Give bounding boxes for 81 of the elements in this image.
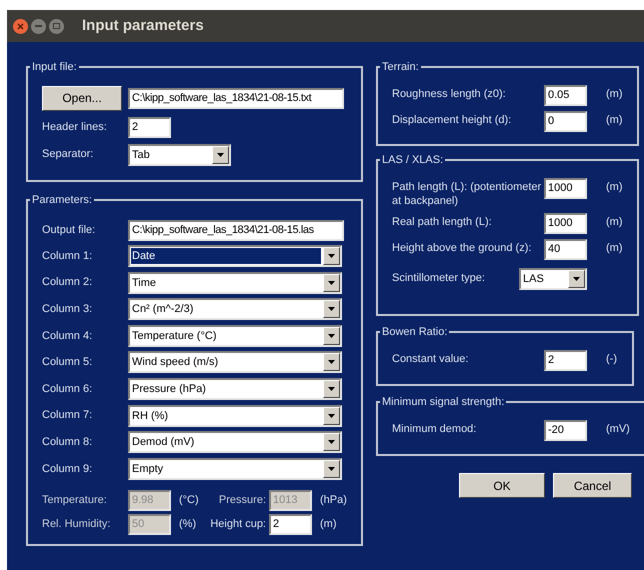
field-label: Path length (L): (potentiometer at backpanel): [392, 180, 542, 208]
caret-icon: [323, 460, 340, 478]
input-field[interactable]: 2: [128, 116, 171, 138]
minimize-icon[interactable]: [31, 18, 46, 34]
dropdown[interactable]: Empty: [128, 458, 342, 480]
dropdown[interactable]: Tab: [128, 144, 231, 166]
maximize-icon[interactable]: [49, 18, 64, 34]
field-label: Displacement height (d):: [392, 112, 512, 126]
dropdown[interactable]: Wind speed (m/s): [128, 351, 342, 374]
unit-label: (m): [606, 86, 622, 102]
field-label: Constant value:: [392, 352, 470, 366]
dropdown[interactable]: Date: [128, 245, 342, 268]
input-field[interactable]: 40: [544, 238, 587, 260]
close-icon[interactable]: [13, 18, 28, 34]
caret-icon: [323, 433, 340, 452]
unit-label: (-): [606, 352, 618, 366]
unit-label: (m): [606, 112, 622, 128]
field-label: Output file:: [42, 222, 96, 238]
caret-icon: [323, 247, 340, 266]
unit-label: (%): [178, 517, 198, 532]
button[interactable]: OK: [459, 473, 545, 498]
caret-icon: [323, 326, 340, 345]
field-label: Column 6:: [42, 382, 94, 397]
caret-icon: [323, 380, 340, 398]
field-label: Roughness length (z0):: [392, 86, 507, 100]
unit-label: (m): [606, 214, 622, 230]
input-field[interactable]: 2: [544, 350, 587, 370]
caret-icon: [212, 146, 229, 164]
window-title: Input parameters: [82, 16, 204, 36]
button[interactable]: Cancel: [553, 473, 632, 498]
field-label: Column 2:: [42, 275, 94, 290]
unit-label: (m): [606, 180, 622, 194]
group-title: Input file:: [31, 60, 78, 75]
field-label: Column 9:: [42, 462, 94, 477]
field-label: Temperature:: [42, 493, 108, 508]
field-label: Scintillometer type:: [392, 271, 486, 286]
field-label: Column 5:: [42, 355, 94, 370]
group-title: LAS / XLAS:: [381, 153, 444, 168]
field-label: Pressure:: [218, 493, 267, 508]
dropdown[interactable]: LAS: [519, 268, 587, 290]
field-label: Height cup:: [210, 517, 267, 532]
field-label: Real path length (L):: [392, 214, 493, 228]
group-title: Terrain:: [381, 60, 420, 75]
field-label: Column 8:: [42, 435, 94, 450]
input-field[interactable]: C:\kipp_software_las_1834\21-08-15.txt: [128, 88, 344, 108]
dropdown[interactable]: Pressure (hPa): [128, 378, 342, 400]
dropdown[interactable]: Time: [128, 272, 342, 294]
dropdown[interactable]: Demod (mV): [128, 431, 342, 454]
caret-icon: [323, 406, 340, 425]
unit-label: (m): [319, 517, 338, 532]
group-title: Parameters:: [31, 193, 93, 208]
caret-icon: [568, 270, 585, 288]
button[interactable]: Open...: [42, 86, 122, 110]
unit-label: (m): [606, 240, 622, 256]
field-label: Column 1:: [42, 248, 94, 264]
dropdown[interactable]: Cn² (m^-2/3): [128, 298, 342, 320]
field-label: Minimum demod:: [392, 422, 478, 436]
dropdown[interactable]: Temperature (°C): [128, 324, 342, 347]
input-field[interactable]: 0: [544, 110, 587, 132]
unit-label: (hPa): [319, 493, 347, 508]
field-label: Separator:: [42, 147, 94, 162]
caret-icon: [323, 353, 340, 372]
unit-label: (°C): [178, 493, 200, 508]
field-label: Header lines:: [42, 120, 108, 135]
caret-icon: [323, 300, 340, 318]
input-field[interactable]: 2: [269, 514, 312, 535]
input-field[interactable]: 0.05: [544, 84, 587, 106]
input-field[interactable]: C:\kipp_software_las_1834\21-08-15.las: [128, 220, 344, 240]
field-label: Height above the ground (z):: [392, 240, 532, 254]
caret-icon: [323, 274, 340, 292]
field-label: Column 3:: [42, 302, 94, 318]
group-title: Minimum signal strength:: [381, 395, 506, 410]
input-field[interactable]: 1000: [544, 178, 587, 198]
dropdown[interactable]: RH (%): [128, 404, 342, 427]
field-label: Column 4:: [42, 328, 94, 344]
group-title: Bowen Ratio:: [381, 325, 448, 340]
field-label: Column 7:: [42, 408, 94, 424]
field-label: Rel. Humidity:: [42, 517, 112, 532]
input-field[interactable]: -20: [544, 420, 587, 440]
input-field[interactable]: 1000: [544, 212, 587, 234]
unit-label: (mV): [606, 422, 630, 436]
